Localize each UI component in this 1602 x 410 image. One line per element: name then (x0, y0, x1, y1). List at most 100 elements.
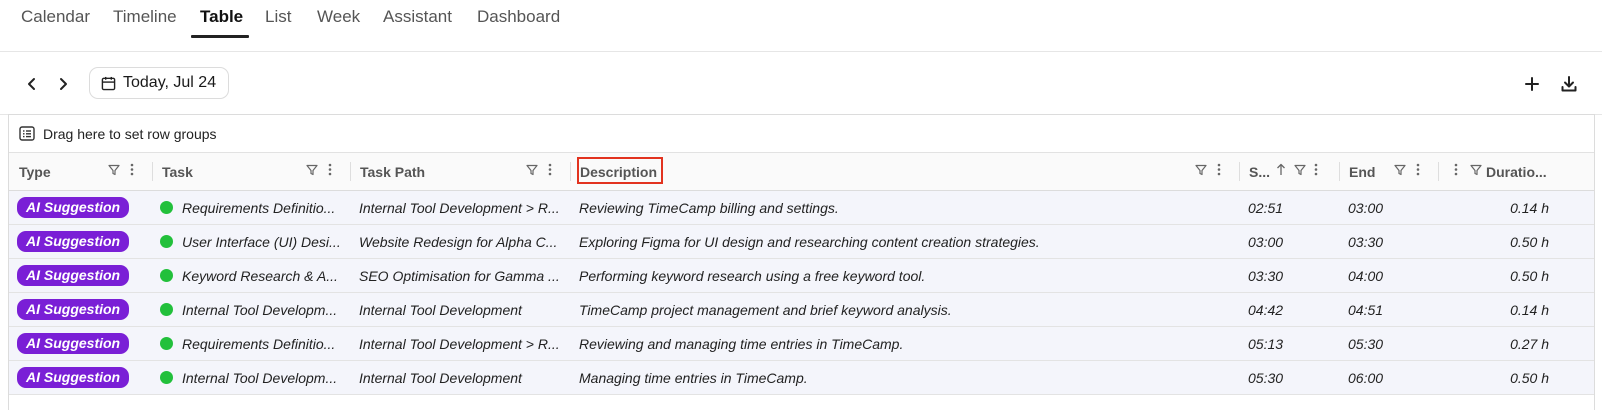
tab-list[interactable]: List (265, 6, 291, 38)
table-row[interactable]: AI Suggestion User Interface (UI) Desi...… (9, 225, 1594, 259)
ai-suggestion-badge[interactable]: AI Suggestion (17, 333, 130, 354)
duration-cell[interactable]: 0.14 h (1449, 191, 1549, 224)
end-cell[interactable]: 06:00 (1348, 361, 1428, 394)
task-cell[interactable]: Internal Tool Developm... (160, 293, 345, 326)
description-cell[interactable]: Performing keyword research using a free… (579, 259, 1229, 292)
table-row[interactable]: AI Suggestion Internal Tool Developm... In… (9, 361, 1594, 395)
ai-suggestion-badge[interactable]: AI Suggestion (17, 265, 130, 286)
end-time: 04:00 (1348, 267, 1384, 284)
duration-value: 0.50 h (1510, 369, 1549, 386)
table-row[interactable]: AI Suggestion Internal Tool Developm... In… (9, 293, 1594, 327)
task-path-cell[interactable]: Internal Tool Development (359, 361, 564, 394)
task-cell[interactable]: Internal Tool Developm... (160, 361, 345, 394)
end-cell[interactable]: 04:51 (1348, 293, 1428, 326)
duration-cell[interactable]: 0.50 h (1449, 259, 1549, 292)
ai-suggestion-badge[interactable]: AI Suggestion (17, 299, 130, 320)
previous-day-button[interactable] (22, 74, 42, 94)
ai-suggestion-badge[interactable]: AI Suggestion (17, 367, 130, 388)
task-cell[interactable]: Requirements Definitio... (160, 327, 345, 360)
task-path-cell[interactable]: Internal Tool Development (359, 293, 564, 326)
tab-week[interactable]: Week (317, 6, 360, 38)
start-cell[interactable]: 05:13 (1248, 327, 1328, 360)
toolbar: Today, Jul 24 (0, 52, 1602, 115)
filter-icon[interactable] (1294, 164, 1306, 176)
duration-cell[interactable]: 0.14 h (1449, 293, 1549, 326)
description-cell[interactable]: Exploring Figma for UI design and resear… (579, 225, 1229, 258)
filter-icon[interactable] (108, 164, 120, 176)
table-row[interactable]: AI Suggestion Requirements Definitio... In… (9, 327, 1594, 361)
column-header-end[interactable]: End (1349, 153, 1399, 190)
tab-assistant[interactable]: Assistant (383, 6, 452, 38)
column-label-start: S... (1249, 163, 1271, 180)
task-cell[interactable]: Requirements Definitio... (160, 191, 345, 224)
task-path-cell[interactable]: Internal Tool Development > R... (359, 327, 564, 360)
filter-icon[interactable] (526, 164, 538, 176)
task-path-cell[interactable]: SEO Optimisation for Gamma ... (359, 259, 564, 292)
column-divider[interactable] (350, 162, 351, 181)
filter-icon[interactable] (1394, 164, 1406, 176)
type-cell: AI Suggestion (17, 293, 142, 326)
ai-suggestion-badge[interactable]: AI Suggestion (17, 231, 130, 252)
column-menu-icon[interactable] (130, 163, 134, 176)
start-cell[interactable]: 05:30 (1248, 361, 1328, 394)
column-header-start[interactable]: S... (1249, 153, 1279, 190)
column-menu-icon[interactable] (328, 163, 332, 176)
sort-ascending-icon[interactable] (1276, 163, 1286, 176)
column-header-description[interactable]: Description (580, 153, 880, 190)
end-time: 03:00 (1348, 199, 1384, 216)
column-header-duration[interactable]: Duratio... (1486, 153, 1566, 190)
column-divider[interactable] (1339, 162, 1340, 181)
end-cell[interactable]: 03:00 (1348, 191, 1428, 224)
start-cell[interactable]: 03:30 (1248, 259, 1328, 292)
column-menu-icon[interactable] (548, 163, 552, 176)
add-entry-button[interactable] (1521, 73, 1543, 95)
column-header-task[interactable]: Task (162, 153, 292, 190)
duration-cell[interactable]: 0.27 h (1449, 327, 1549, 360)
end-time: 06:00 (1348, 369, 1384, 386)
filter-icon[interactable] (306, 164, 318, 176)
tab-table[interactable]: Table (200, 6, 243, 38)
column-menu-icon[interactable] (1217, 163, 1221, 176)
table-row[interactable]: AI Suggestion Requirements Definitio... In… (9, 191, 1594, 225)
column-divider[interactable] (570, 162, 571, 181)
description-cell[interactable]: TimeCamp project management and brief ke… (579, 293, 1229, 326)
next-day-button[interactable] (53, 74, 73, 94)
start-cell[interactable]: 02:51 (1248, 191, 1328, 224)
task-cell[interactable]: User Interface (UI) Desi... (160, 225, 345, 258)
filter-icon[interactable] (1470, 164, 1482, 176)
column-header-type[interactable]: Type (19, 153, 109, 190)
column-divider[interactable] (1438, 162, 1439, 181)
column-divider[interactable] (152, 162, 153, 181)
start-cell[interactable]: 04:42 (1248, 293, 1328, 326)
task-path-cell[interactable]: Internal Tool Development > R... (359, 191, 564, 224)
filter-icon[interactable] (1195, 164, 1207, 176)
duration-value: 0.50 h (1510, 233, 1549, 250)
column-menu-icon[interactable] (1454, 163, 1458, 176)
row-group-hint: Drag here to set row groups (43, 125, 217, 142)
column-menu-icon[interactable] (1314, 163, 1318, 176)
task-path-cell[interactable]: Website Redesign for Alpha C... (359, 225, 564, 258)
description-cell[interactable]: Managing time entries in TimeCamp. (579, 361, 1229, 394)
date-picker-button[interactable]: Today, Jul 24 (89, 67, 230, 99)
table-row[interactable]: AI Suggestion Keyword Research & A... SEO … (9, 259, 1594, 293)
duration-cell[interactable]: 0.50 h (1449, 361, 1549, 394)
end-cell[interactable]: 04:00 (1348, 259, 1428, 292)
end-cell[interactable]: 03:30 (1348, 225, 1428, 258)
tab-dashboard[interactable]: Dashboard (477, 6, 560, 38)
ai-suggestion-badge[interactable]: AI Suggestion (17, 197, 130, 218)
download-button[interactable] (1558, 73, 1580, 95)
column-divider[interactable] (1239, 162, 1240, 181)
end-cell[interactable]: 05:30 (1348, 327, 1428, 360)
task-cell[interactable]: Keyword Research & A... (160, 259, 345, 292)
column-header-task-path[interactable]: Task Path (360, 153, 510, 190)
description-cell[interactable]: Reviewing and managing time entries in T… (579, 327, 1229, 360)
row-group-drop-zone[interactable]: Drag here to set row groups (9, 115, 1594, 153)
column-menu-icon[interactable] (1416, 163, 1420, 176)
start-cell[interactable]: 03:00 (1248, 225, 1328, 258)
tab-timeline[interactable]: Timeline (113, 6, 177, 38)
row-groups-icon (19, 126, 35, 141)
description-text: TimeCamp project management and brief ke… (579, 301, 952, 318)
tab-calendar[interactable]: Calendar (21, 6, 90, 38)
duration-cell[interactable]: 0.50 h (1449, 225, 1549, 258)
description-cell[interactable]: Reviewing TimeCamp billing and settings. (579, 191, 1229, 224)
